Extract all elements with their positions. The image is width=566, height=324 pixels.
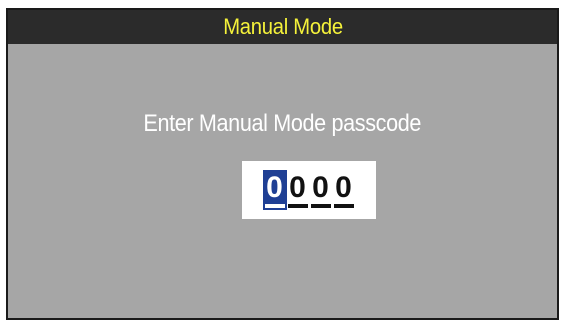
title-bar: Manual Mode <box>8 10 557 44</box>
manual-mode-screen: Manual Mode Enter Manual Mode passcode 0… <box>6 8 559 320</box>
passcode-digit-3[interactable]: 0 <box>310 172 331 208</box>
passcode-digit-1[interactable]: 0 <box>262 170 287 210</box>
page-title: Manual Mode <box>222 14 343 39</box>
passcode-prompt: Enter Manual Mode passcode <box>8 110 557 138</box>
passcode-digit-4[interactable]: 0 <box>333 172 354 208</box>
passcode-input[interactable]: 0 0 0 0 <box>242 161 376 219</box>
passcode-prompt-text: Enter Manual Mode passcode <box>143 110 422 137</box>
passcode-digit-2[interactable]: 0 <box>287 172 308 208</box>
